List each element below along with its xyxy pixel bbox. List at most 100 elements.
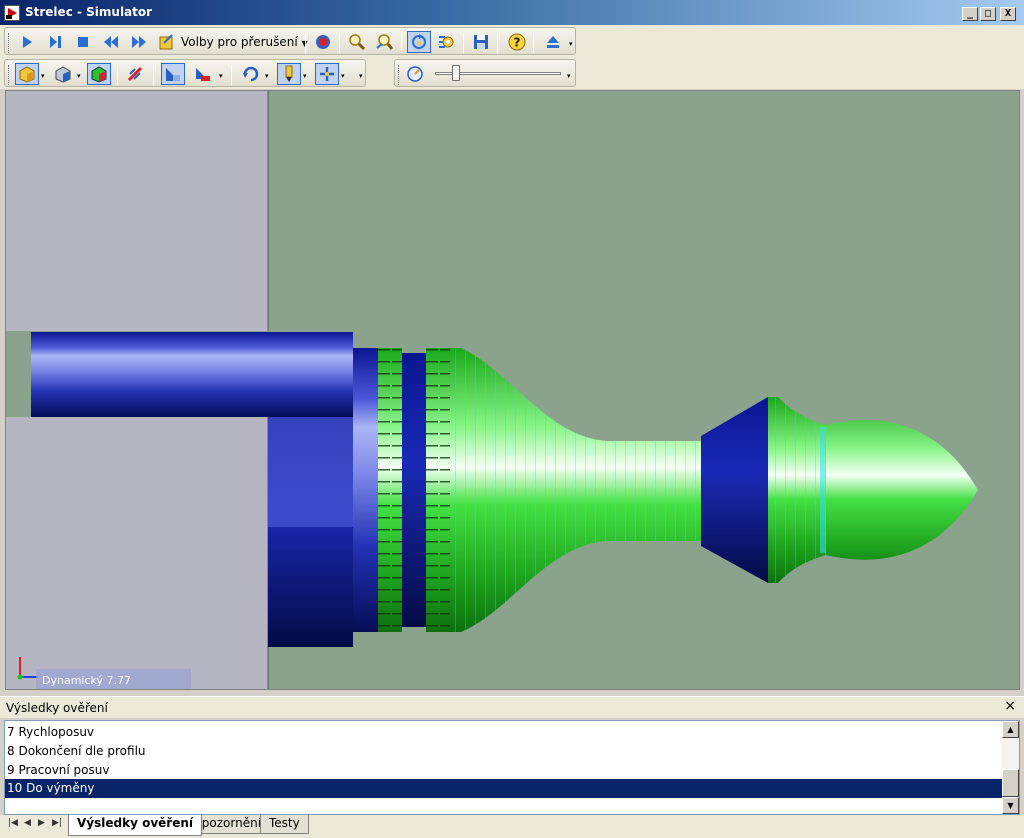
chevron-down-icon[interactable]: ▾ [265,72,269,80]
interrupt-options-dropdown[interactable]: Volby pro přerušení ▼ [181,35,308,49]
toolbar-separator [463,33,464,53]
toolbar-overflow-icon[interactable]: ▾ [569,40,573,48]
toolbar-separator [305,33,306,53]
simulation-status: Dynamický 7.77 [42,674,131,687]
maximize-button[interactable]: □ [980,7,996,21]
toolbar-row-2: ▾ ▾ ▾ ▾ ▾ ▾ ▾ ▾ [0,57,1024,89]
chevron-down-icon[interactable]: ▾ [303,72,307,80]
toolbar-separator [533,33,534,53]
tool-view-icon[interactable] [51,63,75,85]
slider-thumb[interactable] [452,65,460,81]
toolbar-separator [497,33,498,53]
section-view-icon[interactable] [161,63,185,85]
part-head-facets [768,397,826,583]
chevron-down-icon[interactable]: ▾ [41,72,45,80]
part-view-icon[interactable] [87,63,111,85]
vertical-scrollbar[interactable]: ▲ ▼ [1002,721,1019,814]
help-icon[interactable]: ? [505,31,529,53]
stock-highlight [268,417,353,527]
app-icon[interactable] [4,5,20,21]
record-icon[interactable] [311,31,335,53]
list-item[interactable]: 9 Pracovní posuv [5,761,1002,780]
part-shoulder [353,348,378,632]
close-icon[interactable]: × [1004,698,1016,714]
stop-icon[interactable] [71,31,95,53]
list-item-label: 7 Rychloposuv [7,725,95,739]
axis-origin-icon [17,674,23,680]
simulation-viewport[interactable]: Dynamický 7.77 [5,90,1020,690]
part-cone [701,397,768,583]
rewind-icon[interactable] [99,31,123,53]
svg-text:?: ? [514,36,521,50]
part-groove [402,353,426,627]
chuck-jaw-bottom [6,417,268,689]
toolbar-separator [153,65,154,85]
playback-toolbar: Volby pro přerušení ▼ ? ▾ [4,27,576,55]
interrupt-options-icon[interactable] [155,31,179,53]
next-tab-icon[interactable]: ▶ [38,818,45,828]
part-knurl-2 [426,348,450,632]
list-item[interactable]: 7 Rychloposuv [5,723,1002,742]
list-item[interactable]: 8 Dokončení dle profilu [5,742,1002,761]
speed-slider[interactable] [435,64,561,84]
list-item-selected[interactable]: 10 Do výměny [5,779,1002,798]
toolbar-overflow-icon[interactable]: ▾ [567,72,571,80]
window-title: Strelec - Simulator [25,5,153,19]
stock-inner [31,332,353,417]
toolbar-grip[interactable] [8,33,11,53]
zoom-icon[interactable] [345,31,369,53]
chevron-down-icon[interactable]: ▾ [341,72,345,80]
eject-icon[interactable] [541,31,565,53]
chuck-jaw-top [6,91,268,331]
settings-icon[interactable] [435,31,459,53]
last-tab-icon[interactable]: ▶| [52,818,62,828]
scroll-down-icon[interactable]: ▼ [1002,797,1019,814]
tab-results[interactable]: Výsledky ověření [68,815,202,836]
measure-icon[interactable] [123,63,147,85]
title-bar: Strelec - Simulator _ □ X [0,0,1024,25]
toolbar-separator [117,65,118,85]
tool-holder-icon[interactable] [277,63,301,85]
list-item-label: 8 Dokončení dle profilu [7,744,146,758]
close-button[interactable]: X [1000,7,1016,21]
minimize-button[interactable]: _ [962,7,978,21]
speed-icon[interactable] [403,63,427,85]
view-toolbar: ▾ ▾ ▾ ▾ ▾ ▾ ▾ [4,59,366,87]
toolbar-overflow-icon[interactable]: ▾ [359,72,363,80]
play-icon[interactable] [15,31,39,53]
stock-view-icon[interactable] [15,63,39,85]
part-neck-facets [450,348,701,632]
fast-forward-icon[interactable] [127,31,151,53]
chuck-gap [6,332,31,417]
scroll-thumb[interactable] [1002,769,1019,797]
results-panel-header: Výsledky ověření × [0,696,1024,718]
save-icon[interactable] [469,31,493,53]
toolbar-separator [231,65,232,85]
rotate-icon[interactable] [239,63,263,85]
toolbar-separator [401,33,402,53]
chevron-down-icon[interactable]: ▾ [219,72,223,80]
results-list[interactable]: 7 Rychloposuv 8 Dokončení dle profilu 9 … [4,720,1020,815]
toolbar-grip[interactable] [8,65,11,85]
tab-tests[interactable]: Testy [260,815,309,834]
cut-plane-icon[interactable] [191,63,215,85]
list-item-label: 9 Pracovní posuv [7,763,110,777]
part-knurl-1 [378,348,402,632]
scroll-up-icon[interactable]: ▲ [1002,721,1019,738]
step-icon[interactable] [43,31,67,53]
simulation-scene[interactable] [6,91,1020,690]
rotate-view-icon[interactable] [407,31,431,53]
bottom-tab-bar: |◀ ◀ ▶ ▶| Výsledky ověření Upozornění Te… [0,815,1024,838]
first-tab-icon[interactable]: |◀ [8,818,18,828]
part-head-ring [820,427,826,553]
zoom-fit-icon[interactable] [373,31,397,53]
axes-icon[interactable] [315,63,339,85]
list-item-label: 10 Do výměny [7,781,95,795]
interrupt-options-label: Volby pro přerušení [181,35,298,49]
prev-tab-icon[interactable]: ◀ [24,818,31,828]
chevron-down-icon[interactable]: ▾ [77,72,81,80]
toolbar-grip[interactable] [398,65,401,85]
toolbar-row-1: Volby pro přerušení ▼ ? ▾ [0,25,1024,57]
toolbar-separator [339,33,340,53]
results-panel-title: Výsledky ověření [6,701,108,715]
